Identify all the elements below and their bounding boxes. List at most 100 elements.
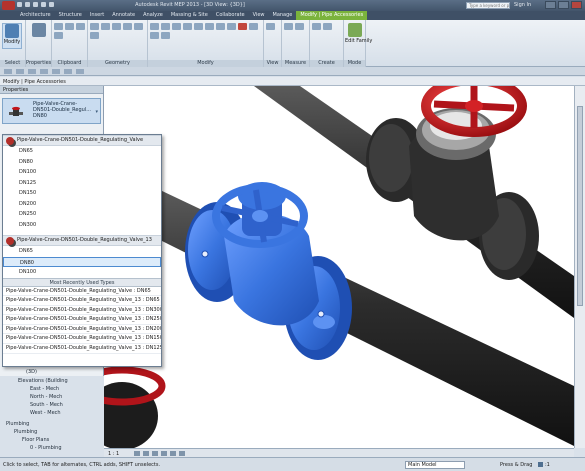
tree-item[interactable]: East - Mech bbox=[30, 386, 59, 392]
option-chip[interactable] bbox=[40, 69, 48, 74]
hide-isolate-icon[interactable] bbox=[179, 451, 185, 456]
delete-icon[interactable] bbox=[238, 23, 247, 30]
modify-button[interactable]: Modify bbox=[2, 23, 22, 49]
maximize-button[interactable] bbox=[558, 1, 569, 9]
workset-select[interactable]: Main Model bbox=[405, 461, 465, 469]
array-icon[interactable] bbox=[249, 23, 258, 30]
option-chip[interactable] bbox=[16, 69, 24, 74]
tab-annotate[interactable]: Annotate bbox=[108, 11, 139, 20]
3d-viewport[interactable] bbox=[104, 86, 574, 448]
split-icon[interactable] bbox=[227, 23, 236, 30]
mru-item[interactable]: Pipe-Valve-Crane-DN501-Double_Regulating… bbox=[3, 287, 161, 297]
tree-item[interactable]: Elevations (Building bbox=[18, 378, 68, 384]
edit-family-button[interactable]: Edit Family bbox=[345, 23, 372, 49]
sun-path-icon[interactable] bbox=[152, 451, 158, 456]
trim-icon[interactable] bbox=[216, 23, 225, 30]
red-handwheel[interactable] bbox=[421, 86, 527, 137]
copy-icon[interactable] bbox=[76, 23, 85, 30]
tree-item[interactable]: West - Mech bbox=[30, 410, 61, 416]
save-icon[interactable] bbox=[25, 2, 30, 7]
type-option[interactable]: DN65 bbox=[3, 246, 161, 257]
mru-item[interactable]: Pipe-Valve-Crane-DN501-Double_Regulating… bbox=[3, 296, 161, 306]
tree-item[interactable]: Floor Plans bbox=[22, 437, 49, 443]
tab-modify-pipe-accessories[interactable]: Modify | Pipe Accessories bbox=[296, 11, 368, 20]
help-search-box[interactable] bbox=[466, 2, 510, 9]
copy-element-icon[interactable] bbox=[194, 23, 203, 30]
close-button[interactable] bbox=[571, 1, 582, 9]
mru-item[interactable]: Pipe-Valve-Crane-DN501-Double_Regulating… bbox=[3, 306, 161, 316]
mru-item[interactable]: Pipe-Valve-Crane-DN501-Double_Regulating… bbox=[3, 325, 161, 335]
cope-icon[interactable] bbox=[90, 23, 99, 30]
paint-icon[interactable] bbox=[134, 23, 143, 30]
minimize-button[interactable] bbox=[545, 1, 556, 9]
cut-icon[interactable] bbox=[65, 23, 74, 30]
type-option[interactable]: DN200 bbox=[3, 199, 161, 210]
scrollbar-thumb[interactable] bbox=[577, 106, 583, 306]
filter-icon[interactable] bbox=[538, 462, 543, 467]
tree-item[interactable]: Plumbing bbox=[14, 429, 37, 435]
type-option[interactable]: DN300 bbox=[3, 220, 161, 231]
chevron-down-icon[interactable]: ▾ bbox=[95, 109, 98, 115]
application-menu-button[interactable] bbox=[2, 1, 15, 10]
scale-icon[interactable] bbox=[150, 32, 159, 39]
tab-structure[interactable]: Structure bbox=[55, 11, 86, 20]
viewport-scrollbar[interactable] bbox=[574, 86, 585, 448]
create-group-icon[interactable] bbox=[312, 23, 321, 30]
selected-blue-valve[interactable] bbox=[185, 182, 352, 360]
undo-icon[interactable] bbox=[33, 2, 38, 7]
redo-icon[interactable] bbox=[41, 2, 46, 7]
dimension-icon[interactable] bbox=[295, 23, 304, 30]
pin-icon[interactable] bbox=[161, 32, 170, 39]
tab-analyze[interactable]: Analyze bbox=[139, 11, 167, 20]
mru-item[interactable]: Pipe-Valve-Crane-DN501-Double_Regulating… bbox=[3, 315, 161, 325]
tree-item[interactable]: (3D) bbox=[26, 369, 37, 375]
tab-massing-site[interactable]: Massing & Site bbox=[167, 11, 212, 20]
rotate-icon[interactable] bbox=[205, 23, 214, 30]
lower-left-valve[interactable] bbox=[104, 366, 166, 448]
sign-in-link[interactable]: Sign In bbox=[514, 2, 531, 8]
demolish-icon[interactable] bbox=[90, 32, 99, 39]
match-type-icon[interactable] bbox=[54, 32, 63, 39]
offset-icon[interactable] bbox=[161, 23, 170, 30]
split-face-icon[interactable] bbox=[123, 23, 132, 30]
type-option[interactable]: DN250 bbox=[3, 209, 161, 220]
type-option[interactable]: DN100 bbox=[3, 267, 161, 278]
paste-icon[interactable] bbox=[54, 23, 63, 30]
measure-icon[interactable] bbox=[284, 23, 293, 30]
press-drag-toggle[interactable]: Press & Drag bbox=[500, 462, 532, 468]
mirror-icon[interactable] bbox=[172, 23, 181, 30]
option-chip[interactable] bbox=[52, 69, 60, 74]
move-icon[interactable] bbox=[183, 23, 192, 30]
detail-level-icon[interactable] bbox=[134, 451, 140, 456]
help-search-input[interactable] bbox=[467, 3, 509, 8]
cut-geometry-icon[interactable] bbox=[101, 23, 110, 30]
option-chip[interactable] bbox=[64, 69, 72, 74]
tree-item[interactable]: North - Mech bbox=[30, 394, 62, 400]
type-option[interactable]: DN65 bbox=[3, 146, 161, 157]
type-selector[interactable]: Pipe-Valve-Crane-DN501-Double_Regul... D… bbox=[2, 98, 101, 124]
option-chip[interactable] bbox=[28, 69, 36, 74]
crop-icon[interactable] bbox=[170, 451, 176, 456]
tree-item[interactable]: South - Mech bbox=[30, 402, 63, 408]
tab-collaborate[interactable]: Collaborate bbox=[212, 11, 249, 20]
mru-item[interactable]: Pipe-Valve-Crane-DN501-Double_Regulating… bbox=[3, 334, 161, 345]
option-chip[interactable] bbox=[4, 69, 12, 74]
type-option[interactable]: DN100 bbox=[3, 167, 161, 178]
create-similar-icon[interactable] bbox=[323, 23, 332, 30]
align-icon[interactable] bbox=[150, 23, 159, 30]
tab-insert[interactable]: Insert bbox=[86, 11, 108, 20]
tab-architecture[interactable]: Architecture bbox=[16, 11, 55, 20]
option-chip[interactable] bbox=[76, 69, 84, 74]
type-option[interactable]: DN150 bbox=[3, 188, 161, 199]
type-option[interactable]: DN80 bbox=[3, 157, 161, 168]
properties-button[interactable] bbox=[29, 23, 49, 49]
mru-item[interactable]: Pipe-Valve-Crane-DN501-Double_Regulating… bbox=[3, 344, 161, 354]
tab-view[interactable]: View bbox=[249, 11, 269, 20]
open-icon[interactable] bbox=[17, 2, 22, 7]
hide-icon[interactable] bbox=[266, 23, 275, 30]
print-icon[interactable] bbox=[49, 2, 54, 7]
type-option[interactable]: DN125 bbox=[3, 178, 161, 189]
tree-item[interactable]: 0 - Plumbing bbox=[30, 445, 62, 451]
type-option-selected[interactable]: DN80 bbox=[3, 256, 161, 267]
visual-style-icon[interactable] bbox=[143, 451, 149, 456]
